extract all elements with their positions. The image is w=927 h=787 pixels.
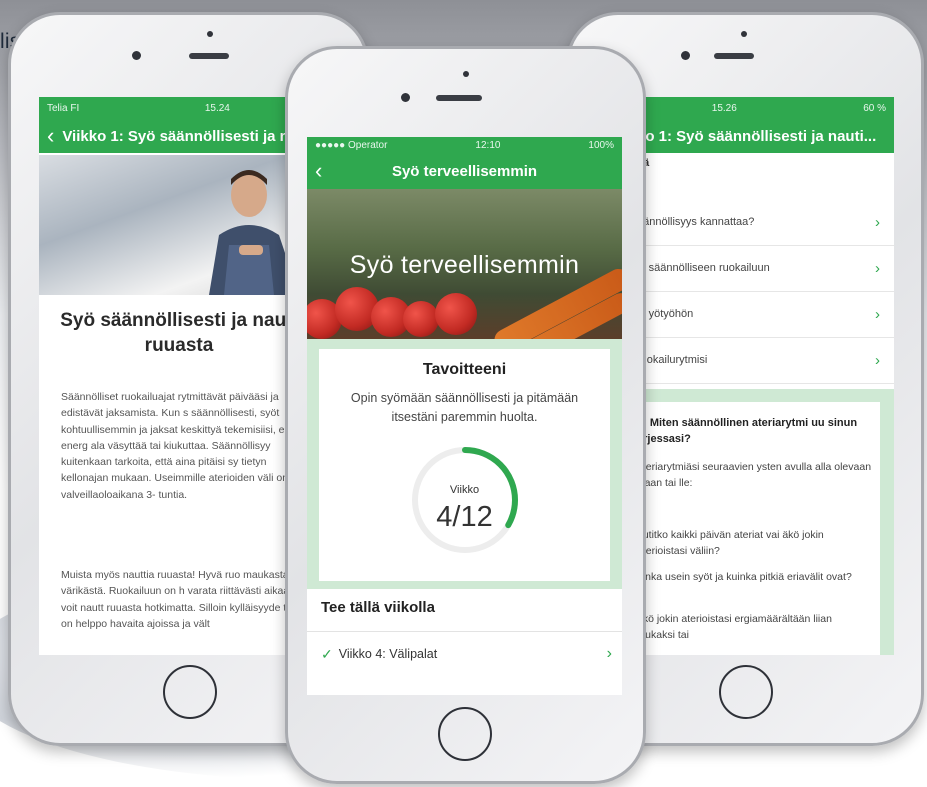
list-item[interactable]: äännöllisyys kannattaa? › — [623, 199, 894, 246]
speaker-grille — [714, 53, 754, 59]
task-card: ä: Miten säännöllinen ateriarytmi uu sin… — [629, 402, 880, 655]
tomato-shape — [403, 301, 439, 337]
front-sensor — [207, 31, 213, 37]
nav-bar: ‹ Syö terveellisemmin — [307, 153, 622, 189]
screen-middle: ●●●●● Operator 12:10 100% ‹ Syö terveell… — [307, 137, 622, 695]
front-sensor — [463, 71, 469, 77]
nav-title: Viikko 1: Syö säännöllisesti ja n — [62, 127, 289, 145]
chevron-right-icon: › — [875, 305, 880, 323]
status-bar: ●●●●● Operator 12:10 100% — [307, 137, 622, 153]
front-camera — [132, 51, 141, 60]
status-time: 15.24 — [204, 102, 230, 114]
progress-value: 4/12 — [436, 501, 493, 533]
speaker-grille — [189, 53, 229, 59]
task-text-4: äkö jokin aterioistasi ergiamäärältään l… — [637, 613, 832, 641]
front-sensor — [741, 31, 747, 37]
nav-title: Syö terveellisemmin — [391, 162, 538, 180]
battery-label: 60 % — [863, 102, 886, 114]
progress-label: Viikko — [449, 484, 480, 496]
task-text-2: autitko kaikki päivän ateriat vai äkö jo… — [637, 529, 824, 557]
battery-label: 100% — [588, 139, 614, 151]
status-time: 15.26 — [711, 102, 737, 114]
front-camera — [681, 51, 690, 60]
goal-title: Tavoitteeni — [422, 361, 507, 378]
home-button-icon[interactable] — [163, 665, 217, 719]
phone-middle: ●●●●● Operator 12:10 100% ‹ Syö terveell… — [285, 46, 646, 784]
article-paragraph-2: Muista myös nauttia ruuasta! Hyvä ruo ma… — [61, 569, 315, 630]
task-text-1: ateriarytmiäsi seuraavien ysten avulla a… — [637, 461, 872, 489]
list-item-label: ruokailurytmisi — [637, 354, 708, 366]
week-task-label: Viikko 4: Välipalat — [338, 647, 438, 661]
article-paragraph-1: Säännölliset ruokailuajat rytmittävät pä… — [61, 391, 298, 501]
hero-title: Syö terveellisemmin — [349, 251, 580, 279]
chevron-right-icon: › — [875, 351, 880, 369]
hero-image: Syö terveellisemmin — [307, 189, 622, 339]
back-chevron-icon[interactable]: ‹ — [47, 123, 54, 149]
carrier-label: ●●●●● Operator — [315, 139, 388, 151]
home-button-icon[interactable] — [438, 707, 492, 761]
tomato-shape — [435, 293, 477, 335]
list-item-label: äännöllisyys kannattaa? — [637, 216, 755, 228]
divider — [307, 631, 622, 632]
week-task-item[interactable]: ✓ Viikko 4: Välipalat › — [321, 645, 612, 663]
list-item[interactable]: jä säännölliseen ruokailuun › — [623, 245, 894, 292]
checkmark-icon: ✓ — [321, 645, 333, 662]
speaker-grille — [436, 95, 482, 101]
list-item[interactable]: ruokailurytmisi › — [623, 337, 894, 384]
chevron-right-icon: › — [875, 213, 880, 231]
chevron-right-icon: › — [875, 259, 880, 277]
week-heading: Tee tällä viikolla — [321, 599, 435, 616]
progress-ring — [412, 447, 518, 553]
list-item[interactable]: jä yötyöhön › — [623, 291, 894, 338]
goal-card: Tavoitteeni Opin syömään säännöllisesti … — [319, 349, 610, 581]
task-text-3: uinka usein syöt ja kuinka pitkiä eriavä… — [637, 571, 852, 583]
nav-title: ko 1: Syö säännöllisesti ja nauti... — [637, 127, 877, 145]
home-button-icon[interactable] — [719, 665, 773, 719]
back-chevron-icon[interactable]: ‹ — [315, 158, 322, 184]
article-title: Syö säännöllisesti ja nauti ruuasta — [60, 310, 298, 356]
status-time: 12:10 — [475, 139, 501, 151]
list-item-label: jä säännölliseen ruokailuun — [637, 262, 770, 274]
goal-text: Opin syömään säännöllisesti ja pitämään … — [350, 391, 579, 424]
front-camera — [401, 93, 410, 102]
task-title: ä: Miten säännöllinen ateriarytmi uu sin… — [637, 417, 858, 445]
chevron-right-icon: › — [606, 645, 612, 662]
carrier-label: Telia FI — [47, 102, 80, 114]
